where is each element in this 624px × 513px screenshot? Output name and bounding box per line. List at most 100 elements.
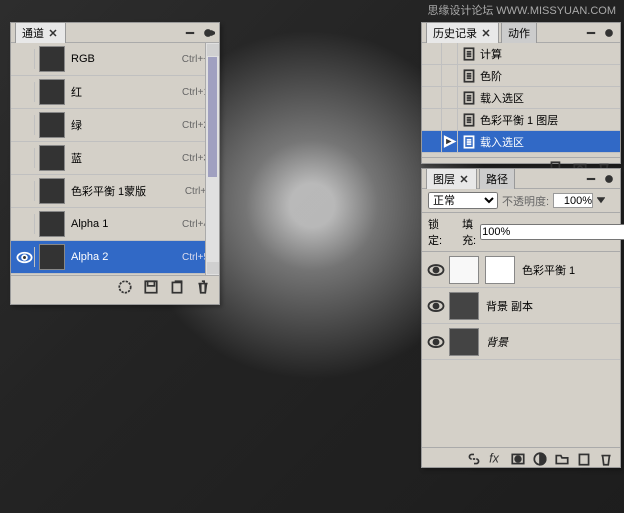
new-layer-icon[interactable] — [576, 451, 592, 467]
opacity-label: 不透明度: — [502, 193, 549, 209]
visibility-toggle[interactable] — [15, 148, 35, 168]
layer-name: 背景 — [486, 334, 616, 350]
channel-name: RGB — [71, 53, 182, 65]
channel-thumb — [39, 112, 65, 138]
channel-name: Alpha 1 — [71, 218, 182, 230]
opacity-input[interactable] — [553, 193, 593, 208]
layer-thumb[interactable] — [449, 292, 479, 320]
lock-label: 锁定: — [428, 216, 442, 248]
visibility-toggle[interactable] — [426, 260, 446, 280]
history-row[interactable]: 计算 — [422, 43, 620, 65]
layer-row[interactable]: 背景 — [422, 324, 620, 360]
fx-icon[interactable]: fx — [488, 451, 504, 467]
paths-tab[interactable]: 路径 — [479, 168, 515, 189]
history-current — [442, 65, 458, 86]
channel-row[interactable]: RGBCtrl+~ — [11, 43, 219, 76]
layer-row[interactable]: 背景 副本 — [422, 288, 620, 324]
channel-row[interactable]: 色彩平衡 1蒙版Ctrl+\ — [11, 175, 219, 208]
layer-thumb[interactable] — [449, 328, 479, 356]
visibility-toggle[interactable] — [15, 214, 35, 234]
trash-icon[interactable] — [598, 451, 614, 467]
scroll-thumb[interactable] — [208, 57, 217, 177]
fill-label: 填充: — [462, 216, 476, 248]
layers-panel: 图层 路径 正常 不透明度: 锁定: 填充: 色彩平衡 1 背景 副本背景 fx — [421, 168, 621, 468]
group-icon[interactable] — [554, 451, 570, 467]
layer-options: 正常 不透明度: — [422, 189, 620, 213]
history-panel: 历史记录 动作 计算色阶载入选区色彩平衡 1 图层载入选区 — [421, 22, 621, 164]
visibility-toggle[interactable] — [15, 82, 35, 102]
adjustment-icon[interactable] — [532, 451, 548, 467]
layer-name: 背景 副本 — [486, 298, 616, 314]
visibility-toggle[interactable] — [15, 115, 35, 135]
history-row[interactable]: 色阶 — [422, 65, 620, 87]
document-icon — [461, 90, 477, 106]
channel-thumb — [39, 178, 65, 204]
layer-row[interactable]: 色彩平衡 1 — [422, 252, 620, 288]
history-row[interactable]: 载入选区 — [422, 87, 620, 109]
history-col — [426, 109, 442, 130]
channel-row[interactable]: Alpha 1Ctrl+4 — [11, 208, 219, 241]
history-name: 计算 — [480, 46, 616, 62]
panel-menu-icon[interactable] — [602, 172, 616, 186]
channel-thumb — [39, 211, 65, 237]
new-channel-icon[interactable] — [169, 279, 185, 295]
panel-menu-icon[interactable] — [201, 26, 215, 40]
panel-menu-icon[interactable] — [602, 26, 616, 40]
scroll-down-icon[interactable] — [207, 262, 219, 274]
channel-thumb — [39, 79, 65, 105]
channel-thumb — [39, 46, 65, 72]
close-icon[interactable] — [47, 27, 59, 39]
history-name: 色彩平衡 1 图层 — [480, 112, 616, 128]
visibility-toggle[interactable] — [426, 332, 446, 352]
history-row[interactable]: 色彩平衡 1 图层 — [422, 109, 620, 131]
history-list: 计算色阶载入选区色彩平衡 1 图层载入选区 — [422, 43, 620, 157]
channel-name: 绿 — [71, 117, 182, 133]
close-icon[interactable] — [480, 27, 492, 39]
history-tab[interactable]: 历史记录 — [426, 22, 499, 43]
link-icon[interactable] — [466, 451, 482, 467]
visibility-toggle[interactable] — [15, 49, 35, 69]
visibility-toggle[interactable] — [15, 247, 35, 267]
history-col — [426, 131, 442, 152]
channel-name: 蓝 — [71, 150, 182, 166]
channels-panel: 通道 RGBCtrl+~红Ctrl+1绿Ctrl+2蓝Ctrl+3色彩平衡 1蒙… — [10, 22, 220, 305]
history-name: 色阶 — [480, 68, 616, 84]
channels-header: 通道 — [11, 23, 219, 43]
layers-tab[interactable]: 图层 — [426, 168, 477, 189]
trash-icon[interactable] — [195, 279, 211, 295]
mask-thumb[interactable] — [485, 256, 515, 284]
layer-lock-row: 锁定: 填充: — [422, 213, 620, 252]
layer-name: 色彩平衡 1 — [522, 262, 616, 278]
minimize-icon[interactable] — [584, 172, 598, 186]
actions-tab[interactable]: 动作 — [501, 22, 537, 43]
channel-row[interactable]: 绿Ctrl+2 — [11, 109, 219, 142]
blend-mode-select[interactable]: 正常 — [428, 192, 498, 209]
fill-input[interactable] — [480, 224, 624, 240]
mask-icon[interactable] — [510, 451, 526, 467]
load-selection-icon[interactable] — [117, 279, 133, 295]
history-header: 历史记录 动作 — [422, 23, 620, 43]
history-col — [426, 43, 442, 64]
document-icon — [461, 134, 477, 150]
minimize-icon[interactable] — [584, 26, 598, 40]
scrollbar[interactable] — [205, 43, 219, 275]
visibility-toggle[interactable] — [426, 296, 446, 316]
visibility-toggle[interactable] — [15, 181, 35, 201]
channel-row[interactable]: 蓝Ctrl+3 — [11, 142, 219, 175]
close-icon[interactable] — [458, 173, 470, 185]
history-row[interactable]: 载入选区 — [422, 131, 620, 153]
watermark: 思缘设计论坛 WWW.MISSYUAN.COM — [427, 2, 616, 18]
channel-row[interactable]: 红Ctrl+1 — [11, 76, 219, 109]
channel-row[interactable]: Alpha 2Ctrl+5 — [11, 241, 219, 274]
slider-icon[interactable] — [597, 195, 605, 207]
history-col — [426, 65, 442, 86]
channels-tab[interactable]: 通道 — [15, 22, 66, 43]
save-selection-icon[interactable] — [143, 279, 159, 295]
minimize-icon[interactable] — [183, 26, 197, 40]
channel-thumb — [39, 145, 65, 171]
channel-name: 色彩平衡 1蒙版 — [71, 183, 185, 199]
channel-name: 红 — [71, 84, 182, 100]
adjustment-thumb[interactable] — [449, 256, 479, 284]
scroll-up-icon[interactable] — [207, 44, 219, 56]
history-col — [426, 87, 442, 108]
